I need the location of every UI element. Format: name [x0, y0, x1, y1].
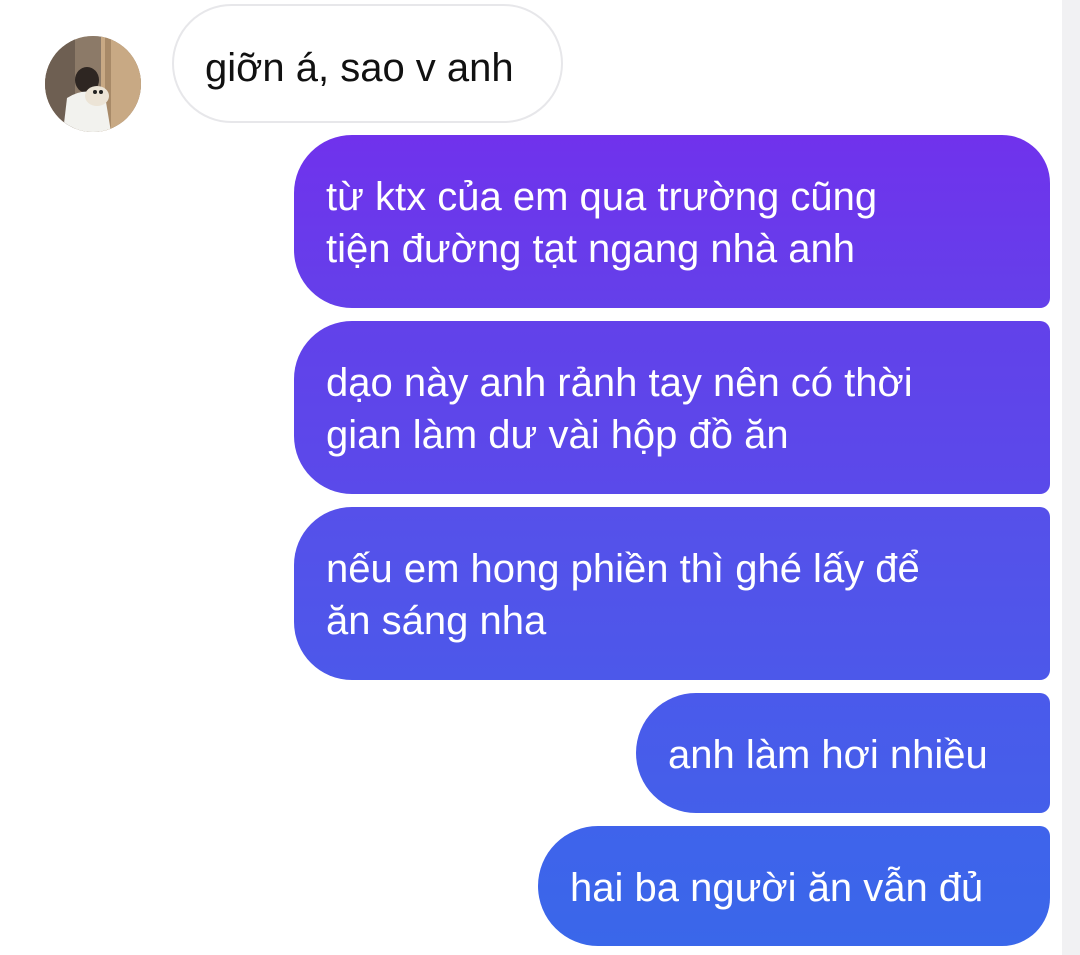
incoming-message-bubble[interactable]: giỡn á, sao v anh	[172, 4, 563, 123]
outgoing-message-bubble[interactable]: nếu em hong phiền thì ghé lấy để ăn sáng…	[294, 507, 1050, 680]
message-text-line: ăn sáng nha	[326, 599, 547, 643]
message-text: giỡn á, sao v anh	[205, 46, 514, 90]
message-text-line: tiện đường tạt ngang nhà anh	[326, 227, 855, 271]
message-text-line: anh làm hơi nhiều	[668, 733, 988, 777]
outgoing-message-bubble[interactable]: hai ba người ăn vẫn đủ	[538, 826, 1050, 946]
message-text-line: hai ba người ăn vẫn đủ	[570, 866, 984, 910]
outgoing-message-bubble[interactable]: từ ktx của em qua trường cũng tiện đường…	[294, 135, 1050, 308]
message-text-line: từ ktx của em qua trường cũng	[326, 175, 878, 219]
message-text-line: gian làm dư vài hộp đồ ăn	[326, 413, 789, 457]
message-text-line: nếu em hong phiền thì ghé lấy để	[326, 547, 920, 591]
contact-avatar[interactable]	[45, 36, 141, 132]
avatar-photo	[45, 36, 141, 132]
message-text-line: dạo này anh rảnh tay nên có thời	[326, 361, 913, 405]
scrollbar-track[interactable]	[1062, 0, 1080, 955]
outgoing-message-bubble[interactable]: dạo này anh rảnh tay nên có thời gian là…	[294, 321, 1050, 494]
outgoing-message-bubble[interactable]: anh làm hơi nhiều	[636, 693, 1050, 813]
